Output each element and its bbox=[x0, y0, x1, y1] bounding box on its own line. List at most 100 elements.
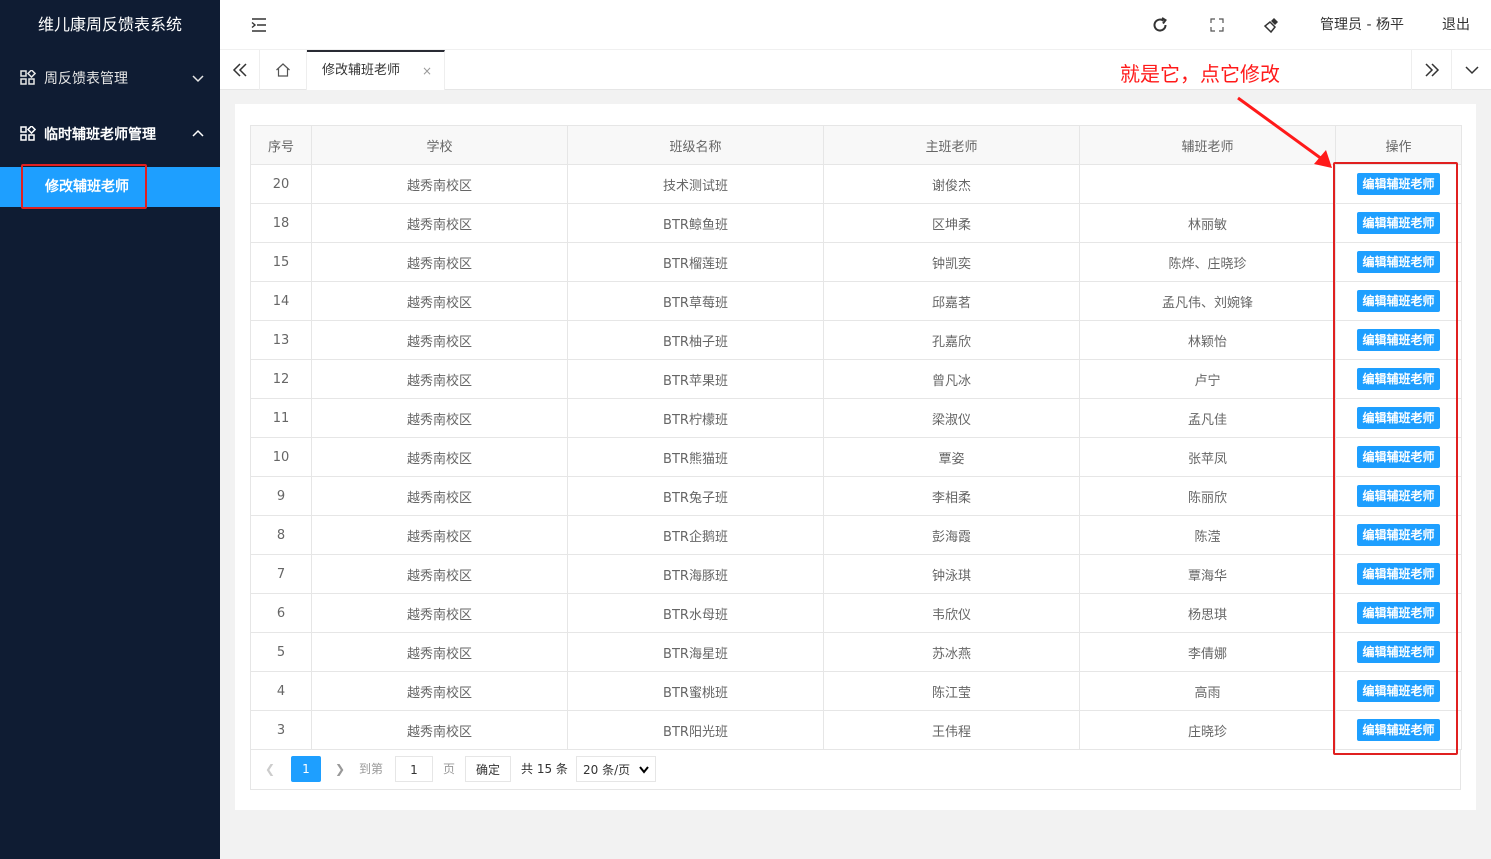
next-page-icon[interactable]: ❯ bbox=[335, 756, 345, 782]
edit-assistant-teacher-button[interactable]: 编辑辅班老师 bbox=[1357, 602, 1440, 624]
annotation-arrow-icon bbox=[1237, 96, 1332, 168]
cell-index: 15 bbox=[250, 242, 312, 282]
cell-school: 越秀南校区 bbox=[311, 632, 568, 672]
page-current[interactable]: 1 bbox=[291, 756, 321, 782]
cell-main-teacher: 孔嘉欣 bbox=[823, 320, 1080, 360]
cell-index: 4 bbox=[250, 671, 312, 711]
total-count: 共 15 条 bbox=[521, 762, 568, 776]
cell-index: 5 bbox=[250, 632, 312, 672]
page-size-select[interactable]: 20 条/页 bbox=[576, 756, 656, 782]
edit-assistant-teacher-button[interactable]: 编辑辅班老师 bbox=[1357, 329, 1440, 351]
table-row: 11 越秀南校区 BTR柠檬班 梁淑仪 孟凡佳 编辑辅班老师 bbox=[250, 398, 1462, 438]
cell-main-teacher: 苏冰燕 bbox=[823, 632, 1080, 672]
edit-assistant-teacher-button[interactable]: 编辑辅班老师 bbox=[1357, 563, 1440, 585]
cell-action: 编辑辅班老师 bbox=[1335, 203, 1462, 243]
edit-assistant-teacher-button[interactable]: 编辑辅班老师 bbox=[1357, 407, 1440, 429]
cell-assistant-teacher: 覃海华 bbox=[1079, 554, 1336, 594]
table-row: 8 越秀南校区 BTR企鹅班 彭海霞 陈滢 编辑辅班老师 bbox=[250, 515, 1462, 555]
edit-assistant-teacher-button[interactable]: 编辑辅班老师 bbox=[1357, 719, 1440, 741]
cell-class: BTR苹果班 bbox=[567, 359, 824, 399]
double-chevron-right-icon bbox=[1424, 63, 1439, 77]
tab-edit-teacher[interactable]: 修改辅班老师 × bbox=[307, 50, 445, 90]
cell-school: 越秀南校区 bbox=[311, 320, 568, 360]
edit-assistant-teacher-button[interactable]: 编辑辅班老师 bbox=[1357, 368, 1440, 390]
cell-main-teacher: 邱嘉茗 bbox=[823, 281, 1080, 321]
home-icon bbox=[276, 63, 290, 77]
tab-home[interactable] bbox=[260, 50, 307, 90]
cell-class: BTR兔子班 bbox=[567, 476, 824, 516]
refresh-icon[interactable] bbox=[1151, 16, 1169, 34]
sidebar: 维儿康周反馈表系统 周反馈表管理 临时辅班老师管理 修改辅班老师 bbox=[0, 0, 220, 859]
cell-class: BTR海豚班 bbox=[567, 554, 824, 594]
edit-assistant-teacher-button[interactable]: 编辑辅班老师 bbox=[1357, 485, 1440, 507]
cell-class: BTR柚子班 bbox=[567, 320, 824, 360]
cell-class: 技术测试班 bbox=[567, 164, 824, 204]
edit-assistant-teacher-button[interactable]: 编辑辅班老师 bbox=[1357, 251, 1440, 273]
edit-assistant-teacher-button[interactable]: 编辑辅班老师 bbox=[1357, 680, 1440, 702]
sidebar-group-weekly-feedback[interactable]: 周反馈表管理 bbox=[0, 50, 220, 106]
table-row: 6 越秀南校区 BTR水母班 韦欣仪 杨思琪 编辑辅班老师 bbox=[250, 593, 1462, 633]
app-title: 维儿康周反馈表系统 bbox=[37, 15, 182, 34]
clear-cache-icon[interactable] bbox=[1263, 16, 1281, 34]
goto-confirm-button[interactable]: 确定 bbox=[465, 756, 512, 782]
chevron-up-icon bbox=[192, 129, 204, 137]
tabs-scroll-left-button[interactable] bbox=[220, 50, 260, 90]
cell-class: BTR蜜桃班 bbox=[567, 671, 824, 711]
cell-class: BTR榴莲班 bbox=[567, 242, 824, 282]
cell-school: 越秀南校区 bbox=[311, 593, 568, 633]
cell-assistant-teacher: 李倩娜 bbox=[1079, 632, 1336, 672]
sidebar-group-temp-teacher[interactable]: 临时辅班老师管理 bbox=[0, 106, 220, 162]
col-header: 班级名称 bbox=[567, 125, 824, 165]
col-header: 学校 bbox=[311, 125, 568, 165]
tabs-menu-dropdown[interactable] bbox=[1451, 50, 1491, 90]
cell-index: 9 bbox=[250, 476, 312, 516]
goto-page-input[interactable]: 1 bbox=[395, 756, 433, 782]
close-icon[interactable]: × bbox=[422, 52, 432, 90]
cell-action: 编辑辅班老师 bbox=[1335, 593, 1462, 633]
cell-action: 编辑辅班老师 bbox=[1335, 281, 1462, 321]
tabs-scroll-right-button[interactable] bbox=[1411, 50, 1451, 90]
table-row: 9 越秀南校区 BTR兔子班 李相柔 陈丽欣 编辑辅班老师 bbox=[250, 476, 1462, 516]
user-name[interactable]: 管理员 - 杨平 bbox=[1320, 0, 1404, 50]
grid-icon bbox=[20, 70, 36, 85]
chevron-down-icon bbox=[192, 75, 204, 83]
sidebar-item-edit-teacher[interactable]: 修改辅班老师 bbox=[0, 167, 220, 207]
goto-prefix: 到第 bbox=[359, 762, 384, 776]
cell-class: BTR水母班 bbox=[567, 593, 824, 633]
table-row: 3 越秀南校区 BTR阳光班 王伟程 庄晓珍 编辑辅班老师 bbox=[250, 710, 1462, 750]
cell-action: 编辑辅班老师 bbox=[1335, 242, 1462, 282]
edit-assistant-teacher-button[interactable]: 编辑辅班老师 bbox=[1357, 212, 1440, 234]
cell-class: BTR熊猫班 bbox=[567, 437, 824, 477]
cell-action: 编辑辅班老师 bbox=[1335, 554, 1462, 594]
edit-assistant-teacher-button[interactable]: 编辑辅班老师 bbox=[1357, 641, 1440, 663]
chevron-down-icon bbox=[639, 766, 649, 774]
cell-assistant-teacher: 林颖怡 bbox=[1079, 320, 1336, 360]
cell-index: 18 bbox=[250, 203, 312, 243]
cell-main-teacher: 覃姿 bbox=[823, 437, 1080, 477]
sidebar-group-label: 临时辅班老师管理 bbox=[44, 127, 156, 143]
menu-fold-icon[interactable] bbox=[250, 16, 268, 34]
cell-index: 12 bbox=[250, 359, 312, 399]
cell-index: 6 bbox=[250, 593, 312, 633]
cell-class: BTR柠檬班 bbox=[567, 398, 824, 438]
cell-main-teacher: 王伟程 bbox=[823, 710, 1080, 750]
table-row: 18 越秀南校区 BTR鲸鱼班 区坤柔 林丽敏 编辑辅班老师 bbox=[250, 203, 1462, 243]
cell-main-teacher: 梁淑仪 bbox=[823, 398, 1080, 438]
cell-main-teacher: 钟泳琪 bbox=[823, 554, 1080, 594]
cell-school: 越秀南校区 bbox=[311, 515, 568, 555]
edit-assistant-teacher-button[interactable]: 编辑辅班老师 bbox=[1357, 524, 1440, 546]
cell-action: 编辑辅班老师 bbox=[1335, 632, 1462, 672]
cell-index: 14 bbox=[250, 281, 312, 321]
cell-main-teacher: 区坤柔 bbox=[823, 203, 1080, 243]
logout-link[interactable]: 退出 bbox=[1442, 0, 1470, 50]
edit-assistant-teacher-button[interactable]: 编辑辅班老师 bbox=[1357, 173, 1440, 195]
edit-assistant-teacher-button[interactable]: 编辑辅班老师 bbox=[1357, 290, 1440, 312]
edit-assistant-teacher-button[interactable]: 编辑辅班老师 bbox=[1357, 446, 1440, 468]
col-header: 主班老师 bbox=[823, 125, 1080, 165]
cell-assistant-teacher: 孟凡伟、刘婉锋 bbox=[1079, 281, 1336, 321]
cell-school: 越秀南校区 bbox=[311, 554, 568, 594]
prev-page-icon[interactable]: ❮ bbox=[265, 756, 275, 782]
table-row: 10 越秀南校区 BTR熊猫班 覃姿 张苹凤 编辑辅班老师 bbox=[250, 437, 1462, 477]
cell-action: 编辑辅班老师 bbox=[1335, 710, 1462, 750]
fullscreen-icon[interactable] bbox=[1208, 16, 1226, 34]
